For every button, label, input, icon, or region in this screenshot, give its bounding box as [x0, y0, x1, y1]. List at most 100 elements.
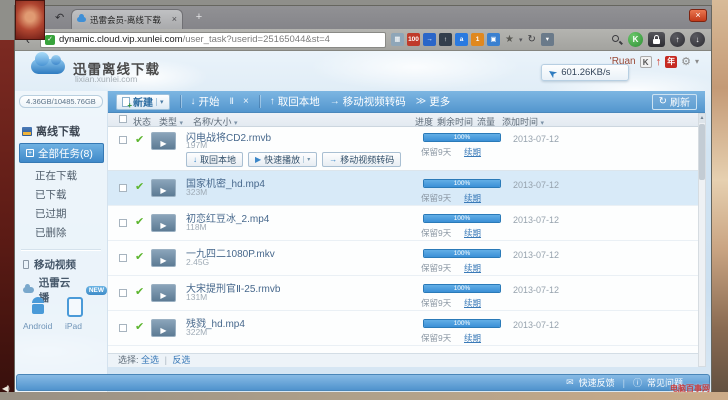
sidebar-items: 全部任务(8) 正在下载已下载已过期已删除 [15, 143, 108, 242]
video-thumbnail[interactable]: ▶ [151, 249, 176, 267]
settings-gear-icon[interactable]: ⚙ [681, 55, 691, 68]
task-row[interactable]: ✔ ▶ 大宋提刑官Ⅱ-25.rmvb 131M 100% 保留9天 续期 201… [108, 276, 705, 311]
ipad-label: iPad [65, 321, 82, 331]
mobile-transcode-button[interactable]: → 移动视频转码 [330, 94, 406, 109]
renew-link[interactable]: 续期 [464, 192, 481, 204]
new-task-button[interactable]: 新建 ▾ [116, 94, 170, 110]
renew-link[interactable]: 续期 [464, 146, 481, 158]
video-thumbnail[interactable]: ▶ [151, 214, 176, 232]
row-checkbox[interactable] [119, 254, 127, 262]
sidebar-item[interactable]: 全部任务(8) [19, 143, 104, 163]
more-icon: ≫ [416, 96, 426, 107]
scroll-up-button[interactable]: ↑ [670, 32, 685, 47]
android-app-button[interactable] [29, 297, 47, 317]
lock-icon[interactable] [648, 32, 665, 47]
volume-icon[interactable]: ◀) [2, 384, 9, 393]
transcode-icon: → [330, 96, 340, 107]
select-all-checkbox[interactable] [119, 115, 127, 123]
reload-icon[interactable]: ↻ [527, 34, 535, 45]
task-size: 323M [186, 187, 207, 197]
search-icon[interactable] [611, 34, 623, 46]
renew-link[interactable]: 续期 [464, 332, 481, 344]
task-toolbar: 新建 ▾ ↓ 开始 Ⅱ × ↑ 取回本地 → 移动视频转码 [108, 91, 705, 113]
transcode-row-button[interactable]: → 移动视频转码 [322, 152, 401, 167]
speedup-arrow-icon[interactable]: ↑ [656, 56, 662, 68]
task-row[interactable]: ✔ ▶ 初恋红豆冰_2.mp4 118M 100% 保留9天 续期 2013-0… [108, 206, 705, 241]
task-list: ✔ ▶ 闪电战将CD2.rmvb 197M 100% 保留9天 续期 2013-… [108, 127, 705, 367]
delete-button[interactable]: × [243, 96, 249, 107]
new-task-caret-icon[interactable]: ▾ [156, 98, 164, 106]
sidebar-item[interactable]: 正在下载 [19, 166, 104, 184]
sidebar-item[interactable]: 已下载 [19, 185, 104, 203]
select-all-link[interactable]: 全选 [141, 355, 159, 365]
selection-bar: 选择: 全选 | 反选 [108, 353, 705, 367]
feedback-link[interactable]: 快速反馈 [579, 376, 615, 389]
speed-100-extension-icon[interactable]: 100 [407, 33, 420, 46]
windows-extension-icon[interactable]: ▣ [487, 33, 500, 46]
sidebar-item[interactable]: 已删除 [19, 223, 104, 241]
toolbar-separator [180, 95, 181, 108]
video-thumbnail[interactable]: ▶ [151, 319, 176, 337]
scroll-down-button[interactable]: ↓ [690, 32, 705, 47]
window-close-button[interactable]: × [689, 9, 707, 22]
retention-label: 保留9天 [421, 332, 451, 344]
user-menu-caret-icon[interactable]: ▾ [695, 57, 699, 66]
task-row[interactable]: ✔ ▶ 残戮_hd.mp4 322M 100% 保留9天 续期 2013-07-… [108, 311, 705, 346]
alarm-extension-icon[interactable]: 1 [471, 33, 484, 46]
row-checkbox[interactable] [119, 324, 127, 332]
cloud-play-icon [23, 287, 34, 293]
url-field[interactable]: ✓ dynamic.cloud.vip.xunlei.com/user_task… [40, 32, 386, 48]
scrollbar-thumb[interactable] [699, 124, 705, 180]
back-curve-icon[interactable]: ↶ [55, 11, 64, 24]
task-row[interactable]: ✔ ▶ 国家机密_hd.mp4 323M 100% 保留9天 续期 2013-0… [108, 171, 705, 206]
star-caret-icon[interactable]: ▾ [519, 36, 523, 44]
renew-link[interactable]: 续期 [464, 262, 481, 274]
row-checkbox[interactable] [119, 184, 127, 192]
renew-link[interactable]: 续期 [464, 297, 481, 309]
row-checkbox[interactable] [119, 289, 127, 297]
offline-download-icon [22, 127, 32, 136]
quick-play-button[interactable]: ▶ 快速播放 ▾ [248, 152, 317, 167]
video-thumbnail[interactable]: ▶ [151, 132, 176, 150]
retrieve-local-row-button[interactable]: ↓ 取回本地 [186, 152, 243, 167]
row-checkbox[interactable] [119, 219, 127, 227]
translate-extension-icon[interactable]: a [455, 33, 468, 46]
refresh-button[interactable]: ↻ 刷新 [652, 94, 697, 110]
bookmark-star-icon[interactable]: ★ [505, 33, 514, 46]
pause-button[interactable]: Ⅱ [230, 96, 233, 107]
screenshot-extension-icon[interactable]: ▦ [391, 33, 404, 46]
tab-close-icon[interactable]: × [172, 15, 177, 24]
play-caret-icon[interactable]: ▾ [303, 156, 310, 163]
task-size: 118M [186, 222, 207, 232]
progress-bar: 100% [423, 179, 501, 188]
invert-selection-link[interactable]: 反选 [172, 355, 190, 365]
start-button[interactable]: ↓ 开始 [191, 94, 220, 109]
scrollbar-up-arrow[interactable]: ▲ [699, 114, 705, 123]
speed-value: 601.26KB/s [561, 67, 610, 78]
sidebar-divider [21, 249, 101, 250]
sidebar-item-mobile-video[interactable]: 移动视频 [23, 257, 76, 272]
task-row[interactable]: ✔ ▶ 一九四二1080P.mkv 2.45G 100% 保留9天 续期 201… [108, 241, 705, 276]
ipad-app-button[interactable] [67, 297, 83, 317]
watermark: 电脑百事网 [670, 383, 710, 394]
sidebar-item[interactable]: 已过期 [19, 204, 104, 222]
task-row[interactable]: ✔ ▶ 闪电战将CD2.rmvb 197M 100% 保留9天 续期 2013-… [108, 127, 705, 171]
more-button[interactable]: ≫ 更多 [416, 94, 450, 109]
list-scrollbar[interactable]: ▲ [698, 113, 706, 367]
retrieve-local-button[interactable]: ↑ 取回本地 [270, 94, 320, 109]
renew-link[interactable]: 续期 [464, 227, 481, 239]
row-checkbox[interactable] [119, 136, 127, 144]
upload-extension-icon[interactable]: ↑ [439, 33, 452, 46]
browser-tab[interactable]: 迅雷会员-离线下载 × [71, 9, 183, 29]
page-subtitle: lixian.xunlei.com [75, 74, 137, 84]
video-thumbnail[interactable]: ▶ [151, 284, 176, 302]
share-extension-icon[interactable]: → [423, 33, 436, 46]
annual-fee-icon[interactable]: 年 [665, 56, 677, 68]
vip-level-icon[interactable]: K [640, 56, 652, 68]
play-icon: ▶ [160, 186, 166, 195]
transcode-icon: → [329, 155, 337, 164]
video-thumbnail[interactable]: ▶ [151, 179, 176, 197]
photos-extension-icon[interactable]: ▾ [541, 33, 554, 46]
k-extension-button[interactable]: K [628, 32, 643, 47]
new-tab-button[interactable]: + [191, 11, 207, 24]
